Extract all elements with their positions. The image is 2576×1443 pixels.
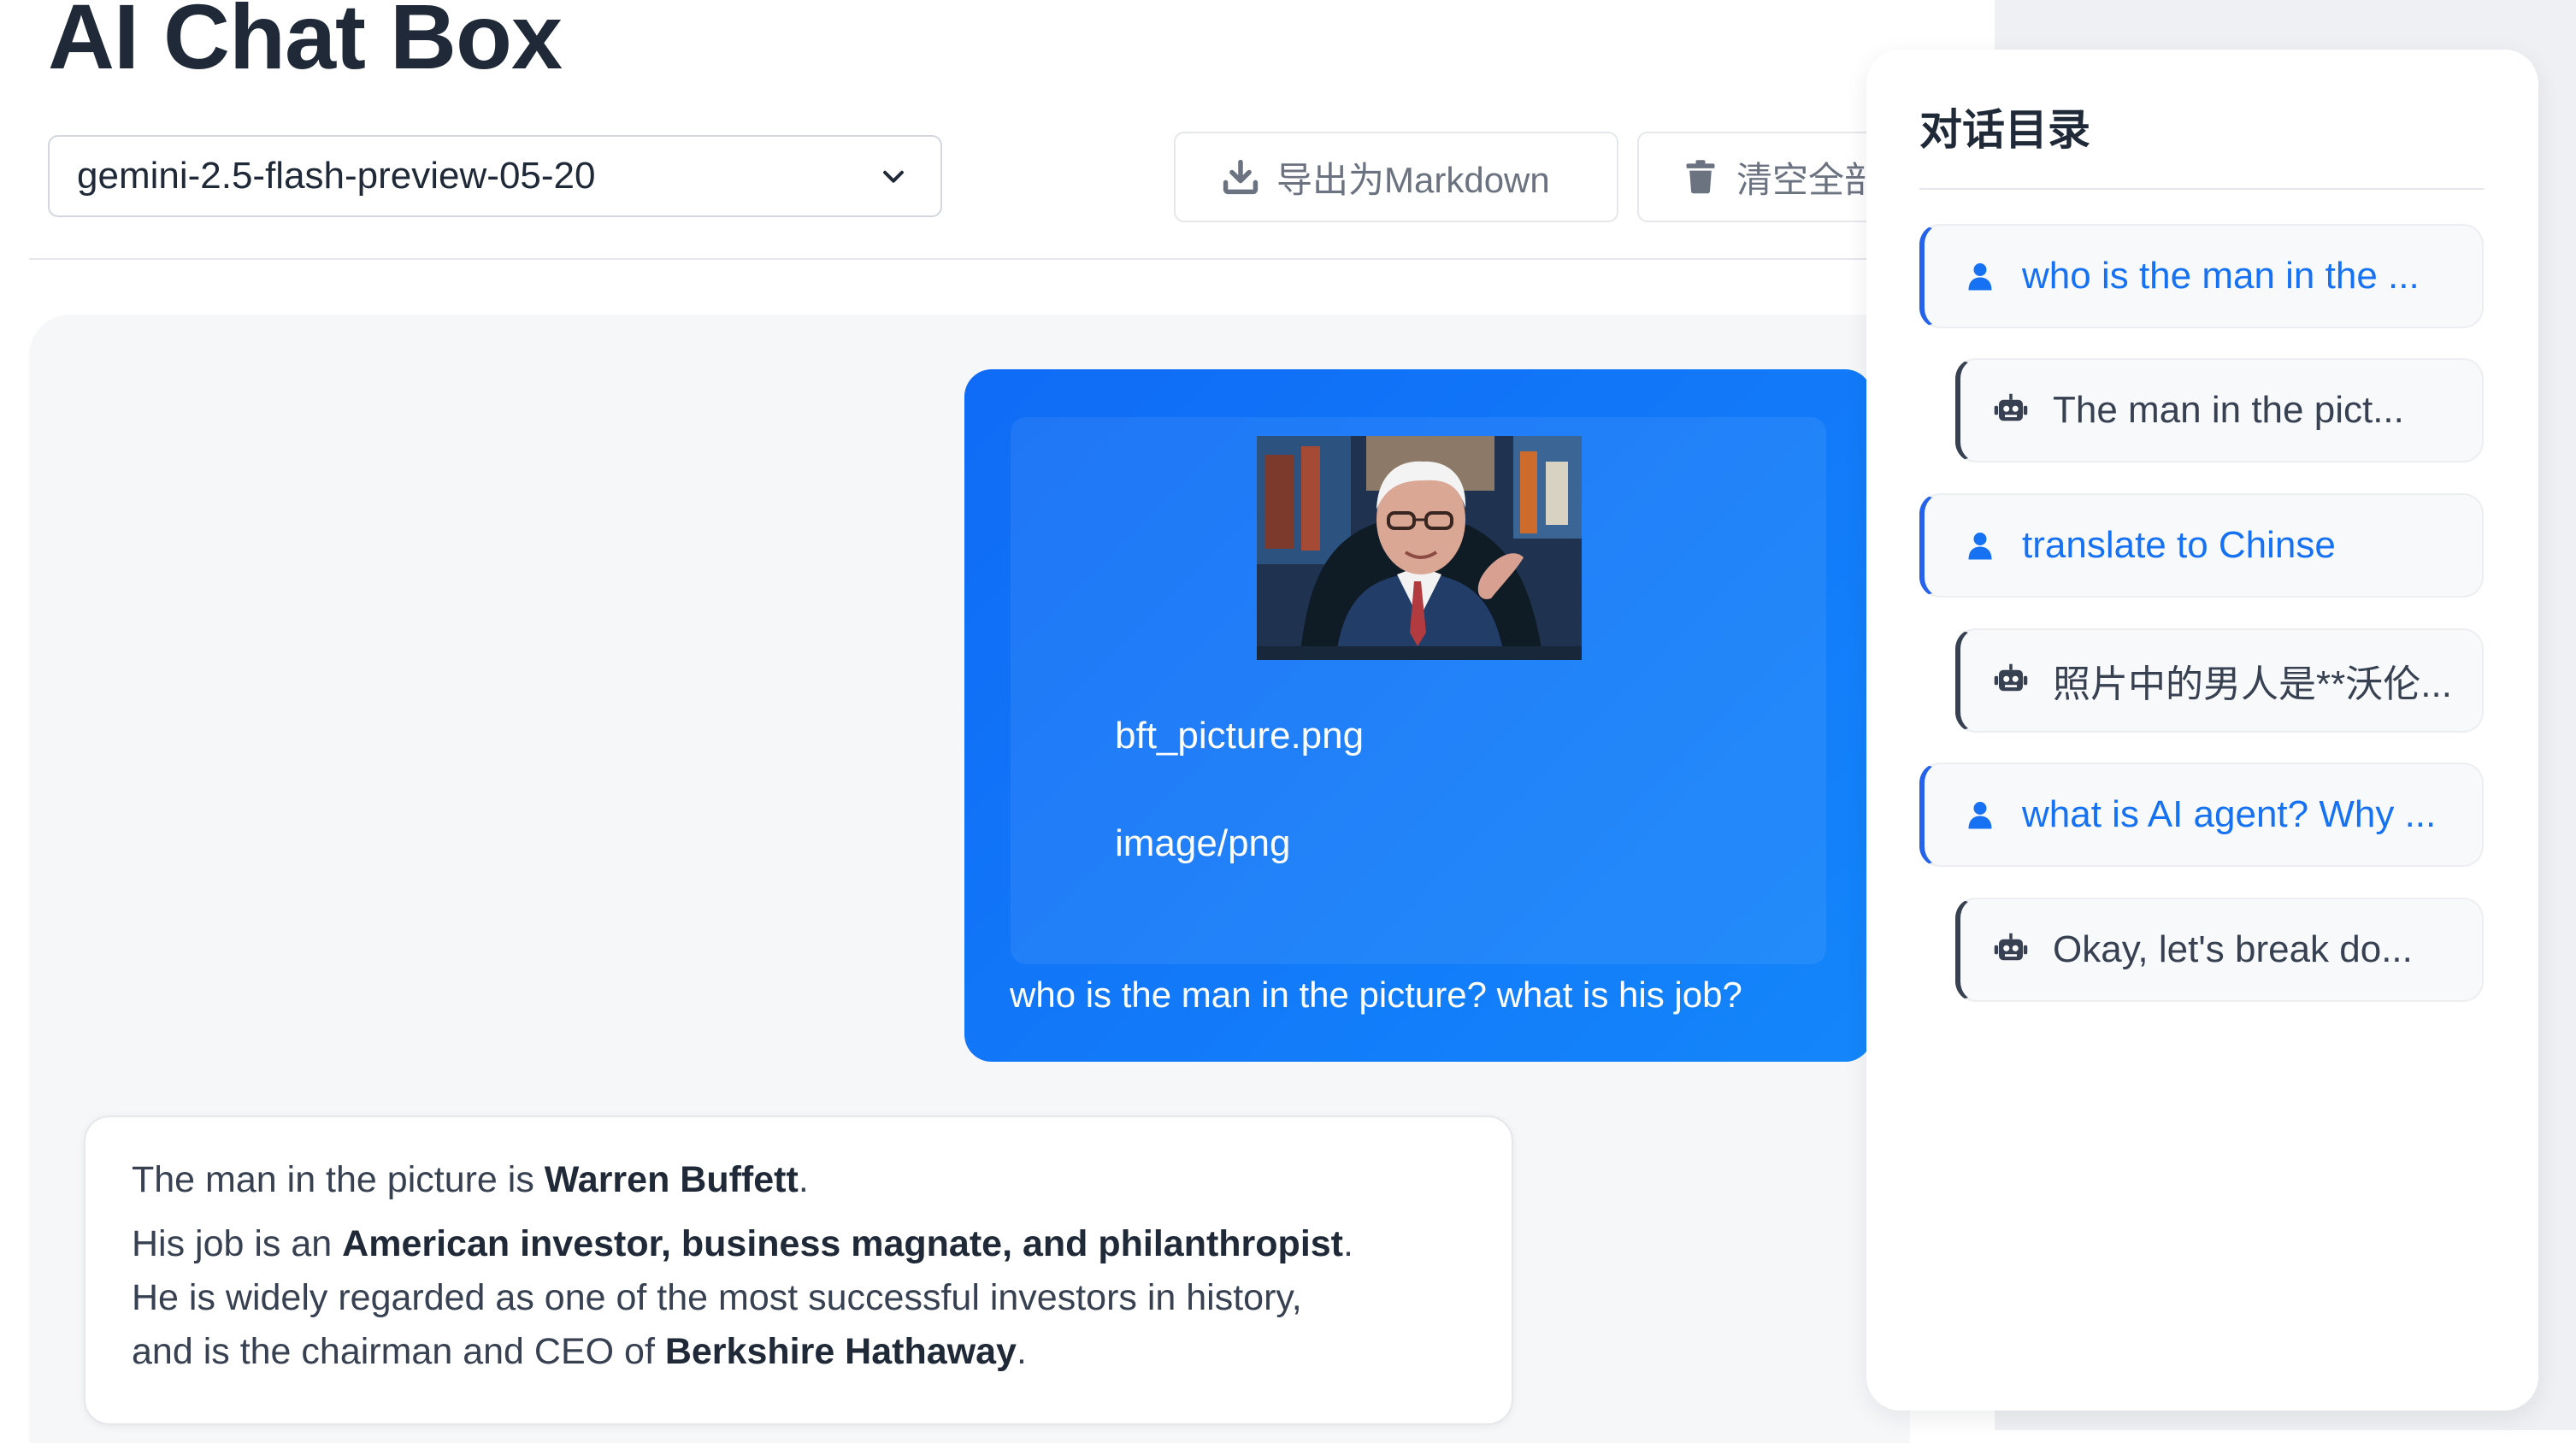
toc-item-label: The man in the pict... <box>2053 389 2404 431</box>
robot-icon <box>1993 932 2029 968</box>
model-select-value: gemini-2.5-flash-preview-05-20 <box>77 155 596 197</box>
robot-icon <box>1993 663 2029 698</box>
export-markdown-button[interactable]: 导出为Markdown <box>1174 132 1618 222</box>
assistant-line-2: His job is an American investor, busines… <box>132 1217 1465 1271</box>
assistant-line-4-bold: Berkshire Hathaway <box>664 1331 1017 1372</box>
toc-item-user-2[interactable]: translate to Chinse <box>1919 493 2484 598</box>
model-select[interactable]: gemini-2.5-flash-preview-05-20 <box>48 135 942 217</box>
toc-item-user-1[interactable]: who is the man in the ... <box>1919 224 2484 328</box>
assistant-message-card: The man in the picture is Warren Buffett… <box>84 1116 1513 1425</box>
toc-item-assistant-3[interactable]: Okay, let's break do... <box>1955 898 2484 1002</box>
user-message-bubble: bft_picture.png image/png who is the man… <box>964 369 1872 1062</box>
toc-item-user-3[interactable]: what is AI agent? Why ... <box>1919 763 2484 867</box>
chevron-down-icon <box>877 160 910 192</box>
export-markdown-label: 导出为Markdown <box>1276 159 1550 200</box>
assistant-line-3: He is widely regarded as one of the most… <box>132 1277 1302 1318</box>
assistant-line-4-prefix: and is the chairman and CEO of <box>132 1331 665 1372</box>
user-icon <box>1962 797 1998 833</box>
toc-item-label: Okay, let's break do... <box>2053 928 2413 970</box>
assistant-line-2-prefix: His job is an <box>132 1223 343 1264</box>
attachment-file-name: bft_picture.png <box>1115 715 1365 757</box>
assistant-line-1: The man in the picture is Warren Buffett… <box>132 1153 1465 1207</box>
toc-divider <box>1919 188 2484 190</box>
assistant-line-2-suffix: . <box>1343 1223 1353 1264</box>
toc-item-assistant-2[interactable]: 照片中的男人是**沃伦... <box>1955 628 2484 733</box>
conversation-toc-panel: 对话目录 who is the man in the ... The man i… <box>1866 50 2538 1411</box>
header-divider <box>29 258 1867 260</box>
assistant-line-2-bold: American investor, business magnate, and… <box>342 1223 1343 1264</box>
assistant-line-1-name: Warren Buffett <box>544 1159 799 1200</box>
assistant-line-1-suffix: . <box>798 1159 809 1200</box>
toc-item-label: 照片中的男人是**沃伦... <box>2053 663 2452 705</box>
user-message-text: who is the man in the picture? what is h… <box>1010 975 1742 1015</box>
clear-all-label: 清空全部 <box>1736 159 1881 200</box>
user-icon <box>1962 258 1998 294</box>
page-title: AI Chat Box <box>48 0 563 88</box>
assistant-line-4-suffix: . <box>1016 1331 1027 1372</box>
assistant-line-1-prefix: The man in the picture is <box>132 1159 545 1200</box>
download-icon <box>1222 158 1259 196</box>
robot-icon <box>1993 392 2029 428</box>
toc-item-assistant-1[interactable]: The man in the pict... <box>1955 358 2484 462</box>
toc-item-label: translate to Chinse <box>2022 524 2336 566</box>
toc-title: 对话目录 <box>1919 106 2090 154</box>
attachment-thumbnail[interactable] <box>1257 436 1582 660</box>
user-icon <box>1962 527 1998 563</box>
assistant-line-4: and is the chairman and CEO of Berkshire… <box>132 1325 1465 1379</box>
attachment-file-type: image/png <box>1115 822 1291 864</box>
trash-icon <box>1682 158 1719 196</box>
toc-item-label: what is AI agent? Why ... <box>2022 793 2437 835</box>
image-attachment[interactable]: bft_picture.png image/png <box>1011 417 1826 964</box>
toc-item-label: who is the man in the ... <box>2022 255 2420 297</box>
